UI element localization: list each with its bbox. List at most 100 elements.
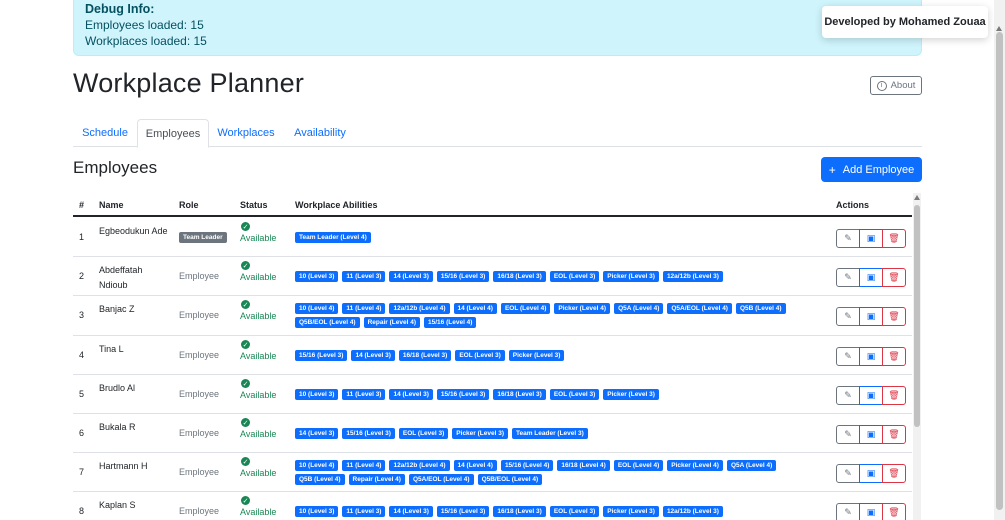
edit-button[interactable]: ✎ (836, 268, 860, 287)
role-text: Employee (179, 389, 220, 399)
schedule-button[interactable]: ▣ (859, 347, 883, 366)
row-actions: ✎ ▣ 🗑 (836, 464, 906, 483)
window-scroll-up-arrow-icon[interactable] (996, 26, 1002, 31)
ability-badge: 11 (Level 3) (342, 389, 386, 400)
abilities-cell: 14 (Level 3) 15/16 (Level 3) EOL (Level 3)… (295, 428, 795, 439)
role-text: Employee (179, 310, 220, 320)
section-title: Employees (73, 158, 158, 177)
schedule-button[interactable]: ▣ (859, 268, 883, 287)
ability-badge: 14 (Level 4) (453, 460, 497, 471)
schedule-button[interactable]: ▣ (859, 386, 883, 405)
table-row: 7 Hartmann H Employee ✓ Available 10 (Level 4… (73, 453, 912, 492)
calendar-check-icon: ▣ (866, 351, 876, 361)
schedule-button[interactable]: ▣ (859, 425, 883, 444)
ability-badge: 15/16 (Level 3) (295, 350, 348, 361)
ability-badge: Q5A/EOL (Level 4) (408, 474, 474, 485)
check-circle-icon: ✓ (241, 457, 250, 466)
pencil-icon: ✎ (844, 233, 852, 243)
abilities-cell: 10 (Level 4) 11 (Level 4) 12a/12b (Level 4… (295, 460, 795, 485)
row-number: 7 (79, 467, 85, 477)
row-actions: ✎ ▣ 🗑 (836, 425, 906, 444)
info-circle-icon: i (876, 80, 887, 91)
ability-badge: 15/16 (Level 3) (436, 389, 490, 400)
ability-badge: 14 (Level 3) (295, 428, 339, 439)
edit-button[interactable]: ✎ (836, 307, 860, 326)
row-number: 5 (79, 389, 85, 399)
trash-icon: 🗑 (888, 468, 900, 478)
delete-button[interactable]: 🗑 (882, 229, 906, 248)
ability-badge: 11 (Level 3) (342, 506, 386, 517)
tab-availability[interactable]: Availability (283, 119, 357, 147)
page-title: Workplace Planner (73, 68, 305, 98)
ability-badge: 16/18 (Level 3) (493, 271, 546, 282)
status-text: Available (240, 468, 277, 478)
calendar-check-icon: ▣ (866, 233, 876, 243)
trash-icon: 🗑 (888, 311, 900, 321)
calendar-check-icon: ▣ (866, 272, 876, 282)
edit-button[interactable]: ✎ (836, 464, 860, 483)
pencil-icon: ✎ (844, 429, 852, 439)
ability-badge: Q5A/EOL (Level 4) (667, 303, 732, 314)
status-cell: ✓ Available (240, 222, 276, 243)
trash-icon: 🗑 (888, 272, 900, 282)
ability-badge: Repair (Level 4) (348, 474, 405, 485)
table-scrollbar[interactable] (913, 193, 921, 520)
scroll-up-arrow-icon[interactable] (914, 195, 920, 200)
role-text: Employee (179, 428, 220, 438)
ability-badge: 15/16 (Level 3) (436, 271, 490, 282)
row-number: 4 (79, 350, 85, 360)
ability-badge: Team Leader (Level 3) (512, 428, 588, 439)
schedule-button[interactable]: ▣ (859, 503, 883, 520)
ability-badge: 15/16 (Level 3) (436, 506, 490, 517)
debug-title: Debug Info: (85, 2, 155, 16)
ability-badge: 15/16 (Level 4) (424, 317, 477, 328)
status-cell: ✓ Available (240, 300, 276, 321)
window-scrollbar[interactable] (994, 0, 1005, 520)
row-number: 8 (79, 506, 85, 516)
pencil-icon: ✎ (844, 507, 852, 517)
delete-button[interactable]: 🗑 (882, 347, 906, 366)
delete-button[interactable]: 🗑 (882, 464, 906, 483)
trash-icon: 🗑 (888, 507, 900, 517)
ability-badge: 11 (Level 4) (342, 303, 386, 314)
about-button[interactable]: i About (870, 76, 922, 95)
delete-button[interactable]: 🗑 (882, 386, 906, 405)
ability-badge: Picker (Level 3) (603, 271, 659, 282)
header-num: # (79, 200, 85, 210)
row-actions: ✎ ▣ 🗑 (836, 229, 906, 248)
plus-icon: + (828, 162, 836, 177)
table-scroll-thumb[interactable] (914, 205, 920, 427)
window-scroll-thumb[interactable] (996, 32, 1003, 510)
edit-button[interactable]: ✎ (836, 386, 860, 405)
pencil-icon: ✎ (844, 468, 852, 478)
edit-button[interactable]: ✎ (836, 229, 860, 248)
delete-button[interactable]: 🗑 (882, 268, 906, 287)
tab-employees[interactable]: Employees (137, 119, 209, 148)
add-employee-button[interactable]: + Add Employee (821, 157, 922, 182)
delete-button[interactable]: 🗑 (882, 307, 906, 326)
edit-button[interactable]: ✎ (836, 347, 860, 366)
debug-workplaces-loaded: Workplaces loaded: 15 (85, 34, 207, 48)
role-text: Employee (179, 506, 220, 516)
delete-button[interactable]: 🗑 (882, 503, 906, 520)
employee-name: Egbeodukun Ade (99, 226, 168, 236)
delete-button[interactable]: 🗑 (882, 425, 906, 444)
ability-badge: 16/18 (Level 3) (398, 350, 452, 361)
ability-badge: Picker (Level 3) (452, 428, 508, 439)
schedule-button[interactable]: ▣ (859, 307, 883, 326)
ability-badge: Picker (Level 3) (603, 506, 659, 517)
schedule-button[interactable]: ▣ (859, 464, 883, 483)
tab-workplaces[interactable]: Workplaces (209, 119, 283, 147)
ability-badge: 12a/12b (Level 4) (389, 303, 450, 314)
header-actions: Actions (836, 200, 870, 210)
ability-badge: 10 (Level 3) (295, 389, 339, 400)
edit-button[interactable]: ✎ (836, 425, 860, 444)
employee-name: Abdeffatah Ndioub (99, 265, 143, 290)
abilities-cell: Team Leader (Level 4) (295, 232, 795, 243)
table-header: # Name Role Status Workplace Abilities A… (73, 193, 912, 217)
tab-schedule[interactable]: Schedule (73, 119, 137, 147)
trash-icon: 🗑 (888, 390, 900, 400)
schedule-button[interactable]: ▣ (859, 229, 883, 248)
ability-badge: Picker (Level 4) (667, 460, 723, 471)
edit-button[interactable]: ✎ (836, 503, 860, 520)
